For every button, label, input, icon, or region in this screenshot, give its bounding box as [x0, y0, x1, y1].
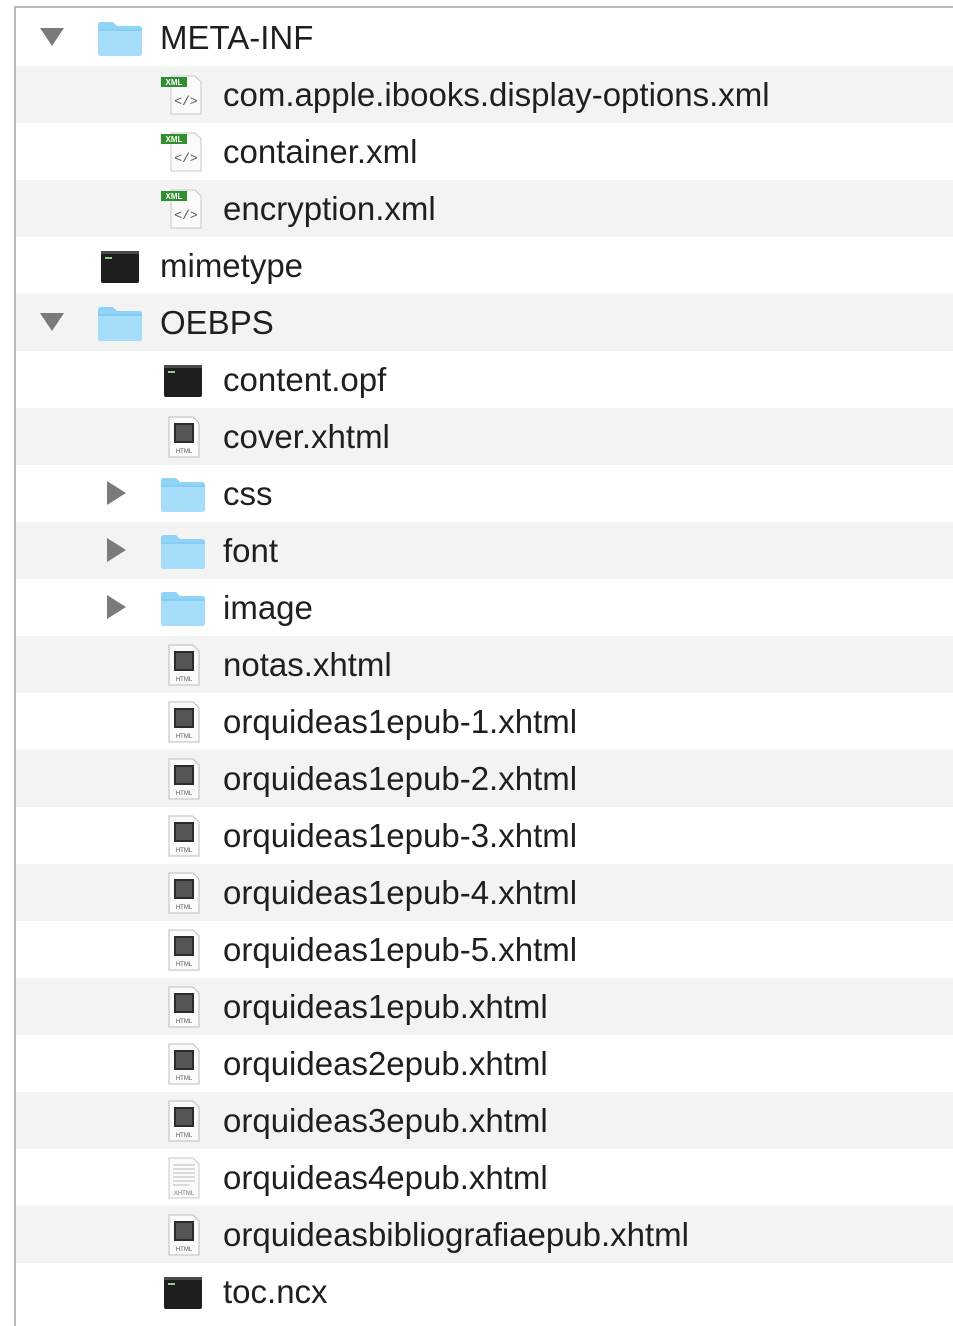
file-name: css — [223, 475, 273, 512]
folder-icon — [96, 302, 144, 344]
file-name: orquideas1epub-2.xhtml — [223, 760, 578, 797]
svg-text:XML: XML — [166, 78, 183, 87]
svg-text:XHTML: XHTML — [174, 1191, 195, 1197]
svg-text:</>: </> — [174, 208, 198, 223]
svg-text:HTML: HTML — [176, 1019, 193, 1025]
file-name: OEBPS — [160, 304, 274, 341]
file-name: font — [223, 532, 279, 569]
file-list: META-INF XML </> com.apple.ibooks.display-o… — [14, 6, 953, 1326]
file-name: orquideas2epub.xhtml — [223, 1045, 548, 1082]
disclosure-triangle-collapsed-icon[interactable] — [101, 579, 131, 636]
svg-text:XML: XML — [166, 135, 183, 144]
file-row[interactable]: toc.ncx — [16, 1263, 953, 1320]
folder-icon — [159, 473, 207, 515]
file-name: orquideas1epub.xhtml — [223, 988, 548, 1025]
svg-text:HTML: HTML — [176, 734, 193, 740]
file-row[interactable]: HTML orquideas1epub-4.xhtml — [16, 864, 953, 921]
file-name: image — [223, 589, 313, 626]
file-name: META-INF — [160, 19, 314, 56]
file-row[interactable]: content.opf — [16, 351, 953, 408]
svg-text:HTML: HTML — [176, 1247, 193, 1253]
file-row[interactable]: XML </> com.apple.ibooks.display-options.x… — [16, 66, 953, 123]
html-file-icon: HTML — [159, 929, 207, 971]
disclosure-triangle-expanded-icon[interactable] — [38, 294, 68, 351]
file-row[interactable]: XML </> encryption.xml — [16, 180, 953, 237]
svg-text:HTML: HTML — [176, 962, 193, 968]
file-name: orquideas4epub.xhtml — [223, 1159, 548, 1196]
svg-text:XML: XML — [166, 192, 183, 201]
html-file-icon: HTML — [159, 416, 207, 458]
html-file-icon: HTML — [159, 1214, 207, 1256]
file-row[interactable]: HTML orquideas1epub.xhtml — [16, 978, 953, 1035]
file-row[interactable]: OEBPS — [16, 294, 953, 351]
terminal-exec-icon — [159, 1271, 207, 1313]
folder-icon — [159, 587, 207, 629]
file-name: orquideas3epub.xhtml — [223, 1102, 548, 1139]
xml-file-icon: XML </> — [159, 188, 207, 230]
disclosure-triangle-collapsed-icon[interactable] — [101, 465, 131, 522]
file-row[interactable]: image — [16, 579, 953, 636]
file-row[interactable]: HTML notas.xhtml — [16, 636, 953, 693]
folder-icon — [159, 530, 207, 572]
file-row[interactable]: XHTML orquideas4epub.xhtml — [16, 1149, 953, 1206]
file-row[interactable]: css — [16, 465, 953, 522]
folder-icon — [96, 17, 144, 59]
file-name: orquideas1epub-5.xhtml — [223, 931, 578, 968]
svg-text:HTML: HTML — [176, 848, 193, 854]
file-name: mimetype — [160, 247, 304, 284]
disclosure-triangle-expanded-icon[interactable] — [38, 9, 68, 66]
file-name: orquideas1epub-4.xhtml — [223, 874, 578, 911]
disclosure-triangle-collapsed-icon[interactable] — [101, 522, 131, 579]
svg-text:HTML: HTML — [176, 791, 193, 797]
file-name: cover.xhtml — [223, 418, 390, 455]
file-row[interactable]: HTML orquideas3epub.xhtml — [16, 1092, 953, 1149]
html-file-icon: HTML — [159, 1043, 207, 1085]
svg-text:</>: </> — [174, 151, 198, 166]
file-name: notas.xhtml — [223, 646, 392, 683]
file-row[interactable]: HTML cover.xhtml — [16, 408, 953, 465]
file-row[interactable]: HTML orquideasbibliografiaepub.xhtml — [16, 1206, 953, 1263]
svg-text:</>: </> — [174, 94, 198, 109]
file-row[interactable]: HTML orquideas1epub-5.xhtml — [16, 921, 953, 978]
file-name: container.xml — [223, 133, 418, 170]
file-name: content.opf — [223, 361, 387, 398]
html-file-icon: HTML — [159, 758, 207, 800]
xml-file-icon: XML </> — [159, 74, 207, 116]
html-file-icon: HTML — [159, 872, 207, 914]
svg-text:HTML: HTML — [176, 449, 193, 455]
file-row[interactable]: font — [16, 522, 953, 579]
html-file-icon: HTML — [159, 701, 207, 743]
svg-text:HTML: HTML — [176, 1076, 193, 1082]
file-name: toc.ncx — [223, 1273, 328, 1310]
file-name: orquideas1epub-3.xhtml — [223, 817, 578, 854]
terminal-exec-icon — [96, 245, 144, 287]
file-name: encryption.xml — [223, 190, 436, 227]
html-file-icon: HTML — [159, 986, 207, 1028]
file-name: orquideas1epub-1.xhtml — [223, 703, 578, 740]
xml-file-icon: XML </> — [159, 131, 207, 173]
terminal-exec-icon — [159, 359, 207, 401]
file-row[interactable]: HTML orquideas1epub-3.xhtml — [16, 807, 953, 864]
file-row[interactable]: HTML orquideas2epub.xhtml — [16, 1035, 953, 1092]
html-file-icon: HTML — [159, 815, 207, 857]
file-name: orquideasbibliografiaepub.xhtml — [223, 1216, 689, 1253]
html-file-icon: HTML — [159, 1100, 207, 1142]
svg-text:HTML: HTML — [176, 1133, 193, 1139]
svg-text:HTML: HTML — [176, 905, 193, 911]
html-file-icon: HTML — [159, 644, 207, 686]
file-row[interactable]: XML </> container.xml — [16, 123, 953, 180]
file-row[interactable]: mimetype — [16, 237, 953, 294]
xhtml-file-icon: XHTML — [159, 1157, 207, 1199]
file-name: com.apple.ibooks.display-options.xml — [223, 76, 770, 113]
file-row[interactable]: HTML orquideas1epub-1.xhtml — [16, 693, 953, 750]
svg-text:HTML: HTML — [176, 677, 193, 683]
file-row[interactable]: HTML orquideas1epub-2.xhtml — [16, 750, 953, 807]
file-row[interactable]: META-INF — [16, 9, 953, 66]
